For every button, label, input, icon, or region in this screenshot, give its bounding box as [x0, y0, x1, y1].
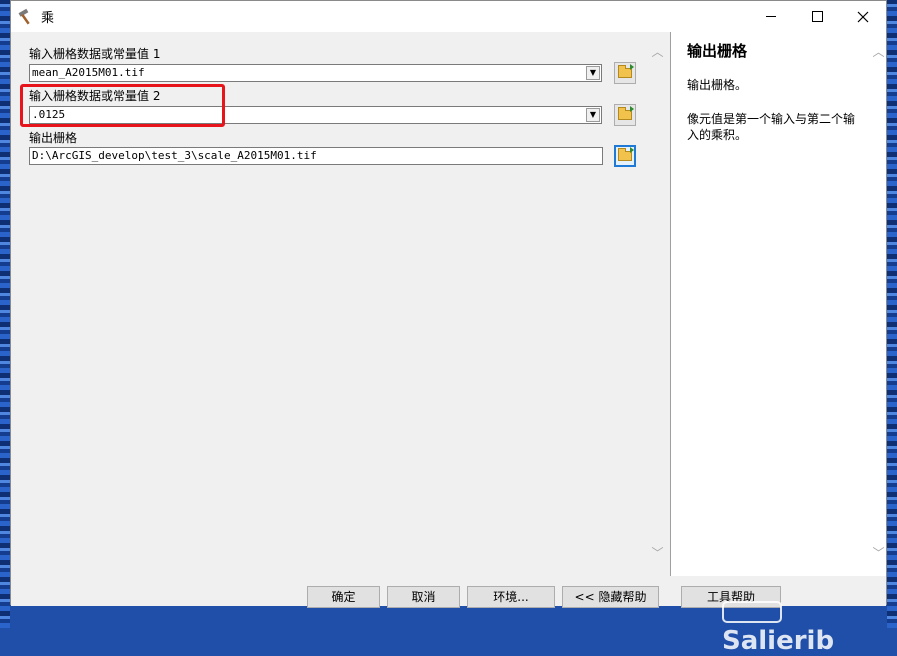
browse-output-button[interactable]	[614, 145, 636, 167]
help-pane: 输出栅格 输出栅格。 像元值是第一个输入与第二个输入的乘积。 ︿ ﹀	[670, 32, 886, 576]
help-title: 输出栅格	[687, 42, 748, 60]
open-folder-icon	[618, 106, 634, 120]
chevron-down-icon[interactable]: ﹀	[649, 545, 666, 562]
watermark: Salierib	[722, 596, 897, 656]
close-button[interactable]	[840, 1, 886, 32]
watermark-text: Salierib	[722, 626, 835, 656]
chevron-up-icon[interactable]: ︿	[649, 44, 666, 61]
title-bar[interactable]: 乘	[11, 1, 886, 32]
browse-input-1-button[interactable]	[614, 62, 636, 84]
help-scrollbar[interactable]: ︿ ﹀	[870, 44, 887, 562]
close-icon	[857, 11, 869, 22]
hide-help-button[interactable]: << 隐藏帮助	[562, 586, 659, 608]
input-raster-1-value: mean_A2015M01.tif	[32, 66, 145, 79]
ok-button[interactable]: 确定	[307, 586, 380, 608]
bilibili-logo-icon	[722, 600, 782, 623]
chevron-down-icon[interactable]: ﹀	[870, 545, 887, 562]
maximize-button[interactable]	[794, 1, 840, 32]
output-raster-value: D:\ArcGIS_develop\test_3\scale_A2015M01.…	[32, 149, 317, 162]
input-raster-1-combo[interactable]: mean_A2015M01.tif ▼	[29, 64, 602, 82]
param-label-output: 输出栅格	[29, 131, 78, 145]
desktop-edge-right	[887, 0, 897, 628]
cancel-button[interactable]: 取消	[387, 586, 460, 608]
help-paragraph: 像元值是第一个输入与第二个输入的乘积。	[687, 112, 856, 142]
maximize-icon	[811, 11, 823, 22]
minimize-icon	[766, 16, 776, 17]
chevron-up-icon[interactable]: ︿	[870, 44, 887, 61]
parameters-pane: 输入栅格数据或常量值 1 mean_A2015M01.tif ▼ 输入栅格数据或…	[11, 32, 669, 576]
browse-input-2-button[interactable]	[614, 104, 636, 126]
open-folder-icon	[618, 64, 634, 78]
environments-button[interactable]: 环境...	[467, 586, 555, 608]
chevron-down-icon[interactable]: ▼	[586, 108, 600, 122]
highlight-box	[20, 84, 225, 127]
output-raster-field[interactable]: D:\ArcGIS_develop\test_3\scale_A2015M01.…	[29, 147, 603, 165]
parameters-scrollbar[interactable]: ︿ ﹀	[649, 44, 666, 562]
param-label-input-1: 输入栅格数据或常量值 1	[29, 47, 161, 61]
tool-dialog: 乘 输入栅格数据或常量值 1 mean_A2015M01.tif ▼ 输入栅格数…	[10, 0, 887, 608]
hammer-icon	[17, 8, 35, 26]
desktop-edge-left	[0, 0, 10, 628]
help-paragraph: 输出栅格。	[687, 78, 748, 92]
chevron-down-icon[interactable]: ▼	[586, 66, 600, 80]
minimize-button[interactable]	[748, 1, 794, 32]
open-folder-icon	[618, 147, 634, 161]
window-title: 乘	[41, 11, 55, 26]
